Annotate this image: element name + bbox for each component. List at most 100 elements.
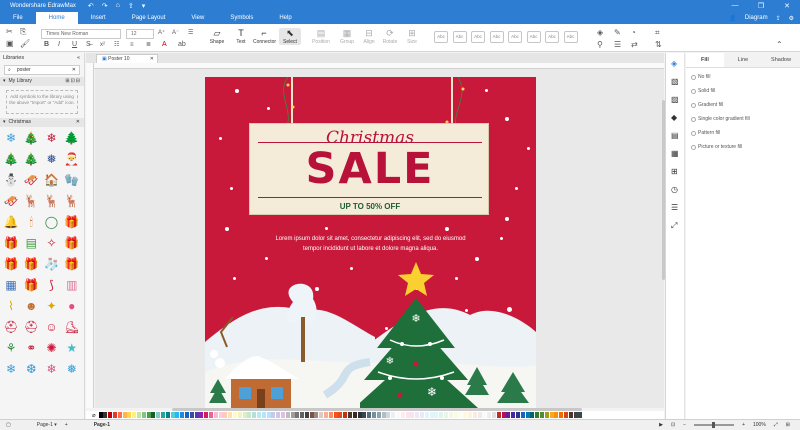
color-swatch[interactable] bbox=[439, 412, 444, 418]
color-swatch[interactable] bbox=[194, 412, 199, 418]
minimize-icon[interactable]: — bbox=[722, 2, 748, 10]
color-swatch[interactable] bbox=[228, 412, 233, 418]
user-icon[interactable]: 👤 bbox=[729, 15, 736, 22]
tab-help[interactable]: Help bbox=[266, 12, 304, 24]
zoom-in-icon[interactable]: + bbox=[742, 422, 745, 428]
chart-icon[interactable]: ▦ bbox=[671, 149, 679, 158]
symbol-sleigh[interactable]: 🛷 bbox=[3, 193, 19, 209]
symbol-card-green[interactable]: ▤ bbox=[23, 235, 39, 251]
color-swatch[interactable] bbox=[247, 412, 252, 418]
tool-shape[interactable]: ▱ Shape bbox=[206, 28, 228, 45]
close-icon[interactable]: ✕ bbox=[774, 2, 800, 10]
library-collapse-icon[interactable]: « bbox=[77, 53, 80, 63]
italic-icon[interactable]: I bbox=[58, 41, 60, 49]
strikethrough-icon[interactable]: S̶ bbox=[86, 41, 91, 49]
color-swatch[interactable] bbox=[467, 412, 472, 418]
color-swatch[interactable] bbox=[122, 412, 127, 418]
color-swatch[interactable] bbox=[165, 412, 170, 418]
color-swatch[interactable] bbox=[304, 412, 309, 418]
symbol-reindeer[interactable]: 🦌 bbox=[44, 193, 60, 209]
symbol-ornament[interactable]: ✧ bbox=[44, 235, 60, 251]
symbol-snowflake-2[interactable]: ❆ bbox=[23, 361, 39, 377]
color-swatch[interactable] bbox=[271, 412, 276, 418]
color-swatch[interactable] bbox=[180, 412, 185, 418]
symbol-bow[interactable]: ⚭ bbox=[23, 340, 39, 356]
color-swatch[interactable] bbox=[362, 412, 367, 418]
tool-select[interactable]: ⬉ Select bbox=[279, 28, 301, 45]
color-swatch[interactable] bbox=[223, 412, 228, 418]
bold-icon[interactable]: B bbox=[44, 41, 49, 49]
color-swatch[interactable] bbox=[396, 412, 401, 418]
paste-icon[interactable]: ▣ bbox=[6, 40, 14, 48]
symbol-hat-red[interactable]: ⛑ bbox=[23, 319, 39, 335]
symbol-snowflake-red[interactable]: ❄ bbox=[44, 130, 60, 146]
font-color-icon[interactable]: A bbox=[162, 41, 167, 49]
symbol-reindeer-team[interactable]: 🦌 bbox=[23, 193, 39, 209]
fill-icon[interactable]: ◈ bbox=[671, 59, 677, 68]
tab-page-layout[interactable]: Page Layout bbox=[119, 12, 179, 24]
color-swatch[interactable] bbox=[381, 412, 386, 418]
symbol-tree-teal[interactable]: 🎄 bbox=[3, 151, 19, 167]
color-swatch[interactable] bbox=[252, 412, 257, 418]
color-swatch[interactable] bbox=[352, 412, 357, 418]
color-swatch[interactable] bbox=[137, 412, 141, 418]
maximize-icon[interactable]: ❐ bbox=[748, 2, 774, 10]
quick-style[interactable]: Abc bbox=[471, 31, 485, 43]
numbered-list-icon[interactable]: ≡ bbox=[130, 41, 134, 49]
zoom-slider[interactable] bbox=[694, 422, 735, 428]
expand-icon[interactable]: ⤢ bbox=[671, 221, 677, 231]
line-style-icon[interactable]: ☰ bbox=[614, 41, 621, 49]
color-swatch[interactable] bbox=[127, 412, 132, 418]
color-swatch[interactable] bbox=[386, 412, 391, 418]
color-swatch[interactable] bbox=[348, 412, 353, 418]
symbol-bells[interactable]: 🔔 bbox=[3, 214, 19, 230]
color-swatch[interactable] bbox=[199, 412, 204, 418]
line-spacing-icon[interactable]: ☰ bbox=[188, 29, 193, 37]
ribbon-collapse-icon[interactable]: ⌃ bbox=[776, 41, 783, 49]
christmas-chevron-icon[interactable]: ▾ bbox=[3, 118, 6, 127]
symbol-tree-dark[interactable]: 🌲 bbox=[64, 130, 80, 146]
color-swatch[interactable] bbox=[175, 412, 180, 418]
my-library-section[interactable]: ▾ My Library ⊞⊡⊟ bbox=[0, 77, 84, 86]
color-swatch[interactable] bbox=[132, 412, 137, 418]
color-swatch[interactable] bbox=[391, 412, 396, 418]
color-swatch[interactable] bbox=[213, 412, 218, 418]
color-swatch[interactable] bbox=[328, 412, 333, 418]
color-swatch[interactable] bbox=[578, 412, 583, 418]
panel-tab-fill[interactable]: Fill bbox=[686, 53, 724, 67]
share-icon[interactable]: ⇪ bbox=[776, 15, 781, 22]
my-library-chevron-icon[interactable]: ▾ bbox=[3, 77, 6, 86]
symbol-gift-aqua[interactable]: 🎁 bbox=[23, 277, 39, 293]
arrow-style-icon[interactable]: ⇄ bbox=[631, 41, 638, 49]
color-swatch[interactable] bbox=[280, 412, 285, 418]
color-swatch[interactable] bbox=[458, 412, 463, 418]
page-tab[interactable]: Page-1 bbox=[94, 422, 110, 428]
document-tab[interactable]: ▣ Poster 10 ✕ bbox=[96, 54, 158, 63]
color-swatch[interactable] bbox=[218, 412, 223, 418]
color-swatch[interactable] bbox=[544, 412, 549, 418]
color-swatch[interactable] bbox=[549, 412, 554, 418]
symbol-candy[interactable]: ⌇ bbox=[3, 298, 19, 314]
bullet-list-icon[interactable]: ☷ bbox=[114, 41, 119, 49]
superscript-icon[interactable]: x² bbox=[100, 41, 105, 49]
quick-access-icon[interactable]: ↷ bbox=[102, 2, 108, 10]
quick-access-icon[interactable]: ↶ bbox=[88, 2, 94, 10]
symbol-gift-blue[interactable]: 🎁 bbox=[23, 256, 39, 272]
symbol-gingerbread[interactable]: ☻ bbox=[23, 298, 39, 314]
color-swatch[interactable] bbox=[276, 412, 281, 418]
color-swatch[interactable] bbox=[400, 412, 405, 418]
quick-style[interactable]: Abc bbox=[545, 31, 559, 43]
color-swatch[interactable] bbox=[189, 412, 194, 418]
symbol-santa-face[interactable]: ☺ bbox=[44, 319, 60, 335]
symbol-snowflake-3[interactable]: ❄ bbox=[44, 361, 60, 377]
page-selector[interactable]: Page-1 ▾ bbox=[37, 422, 57, 428]
symbol-ornaments[interactable]: ✺ bbox=[44, 340, 60, 356]
no-color-icon[interactable]: ⌀ bbox=[92, 412, 96, 419]
symbol-stocking[interactable]: 🧦 bbox=[44, 256, 60, 272]
tool-connector[interactable]: ⌐ Connector bbox=[253, 28, 276, 45]
cut-icon[interactable]: ✂ bbox=[6, 28, 13, 36]
quick-style[interactable]: Abc bbox=[434, 31, 448, 43]
color-swatch[interactable] bbox=[530, 412, 535, 418]
symbol-cabin[interactable]: 🏠 bbox=[44, 172, 60, 188]
fill-bucket-icon[interactable]: ◈ bbox=[597, 29, 603, 37]
